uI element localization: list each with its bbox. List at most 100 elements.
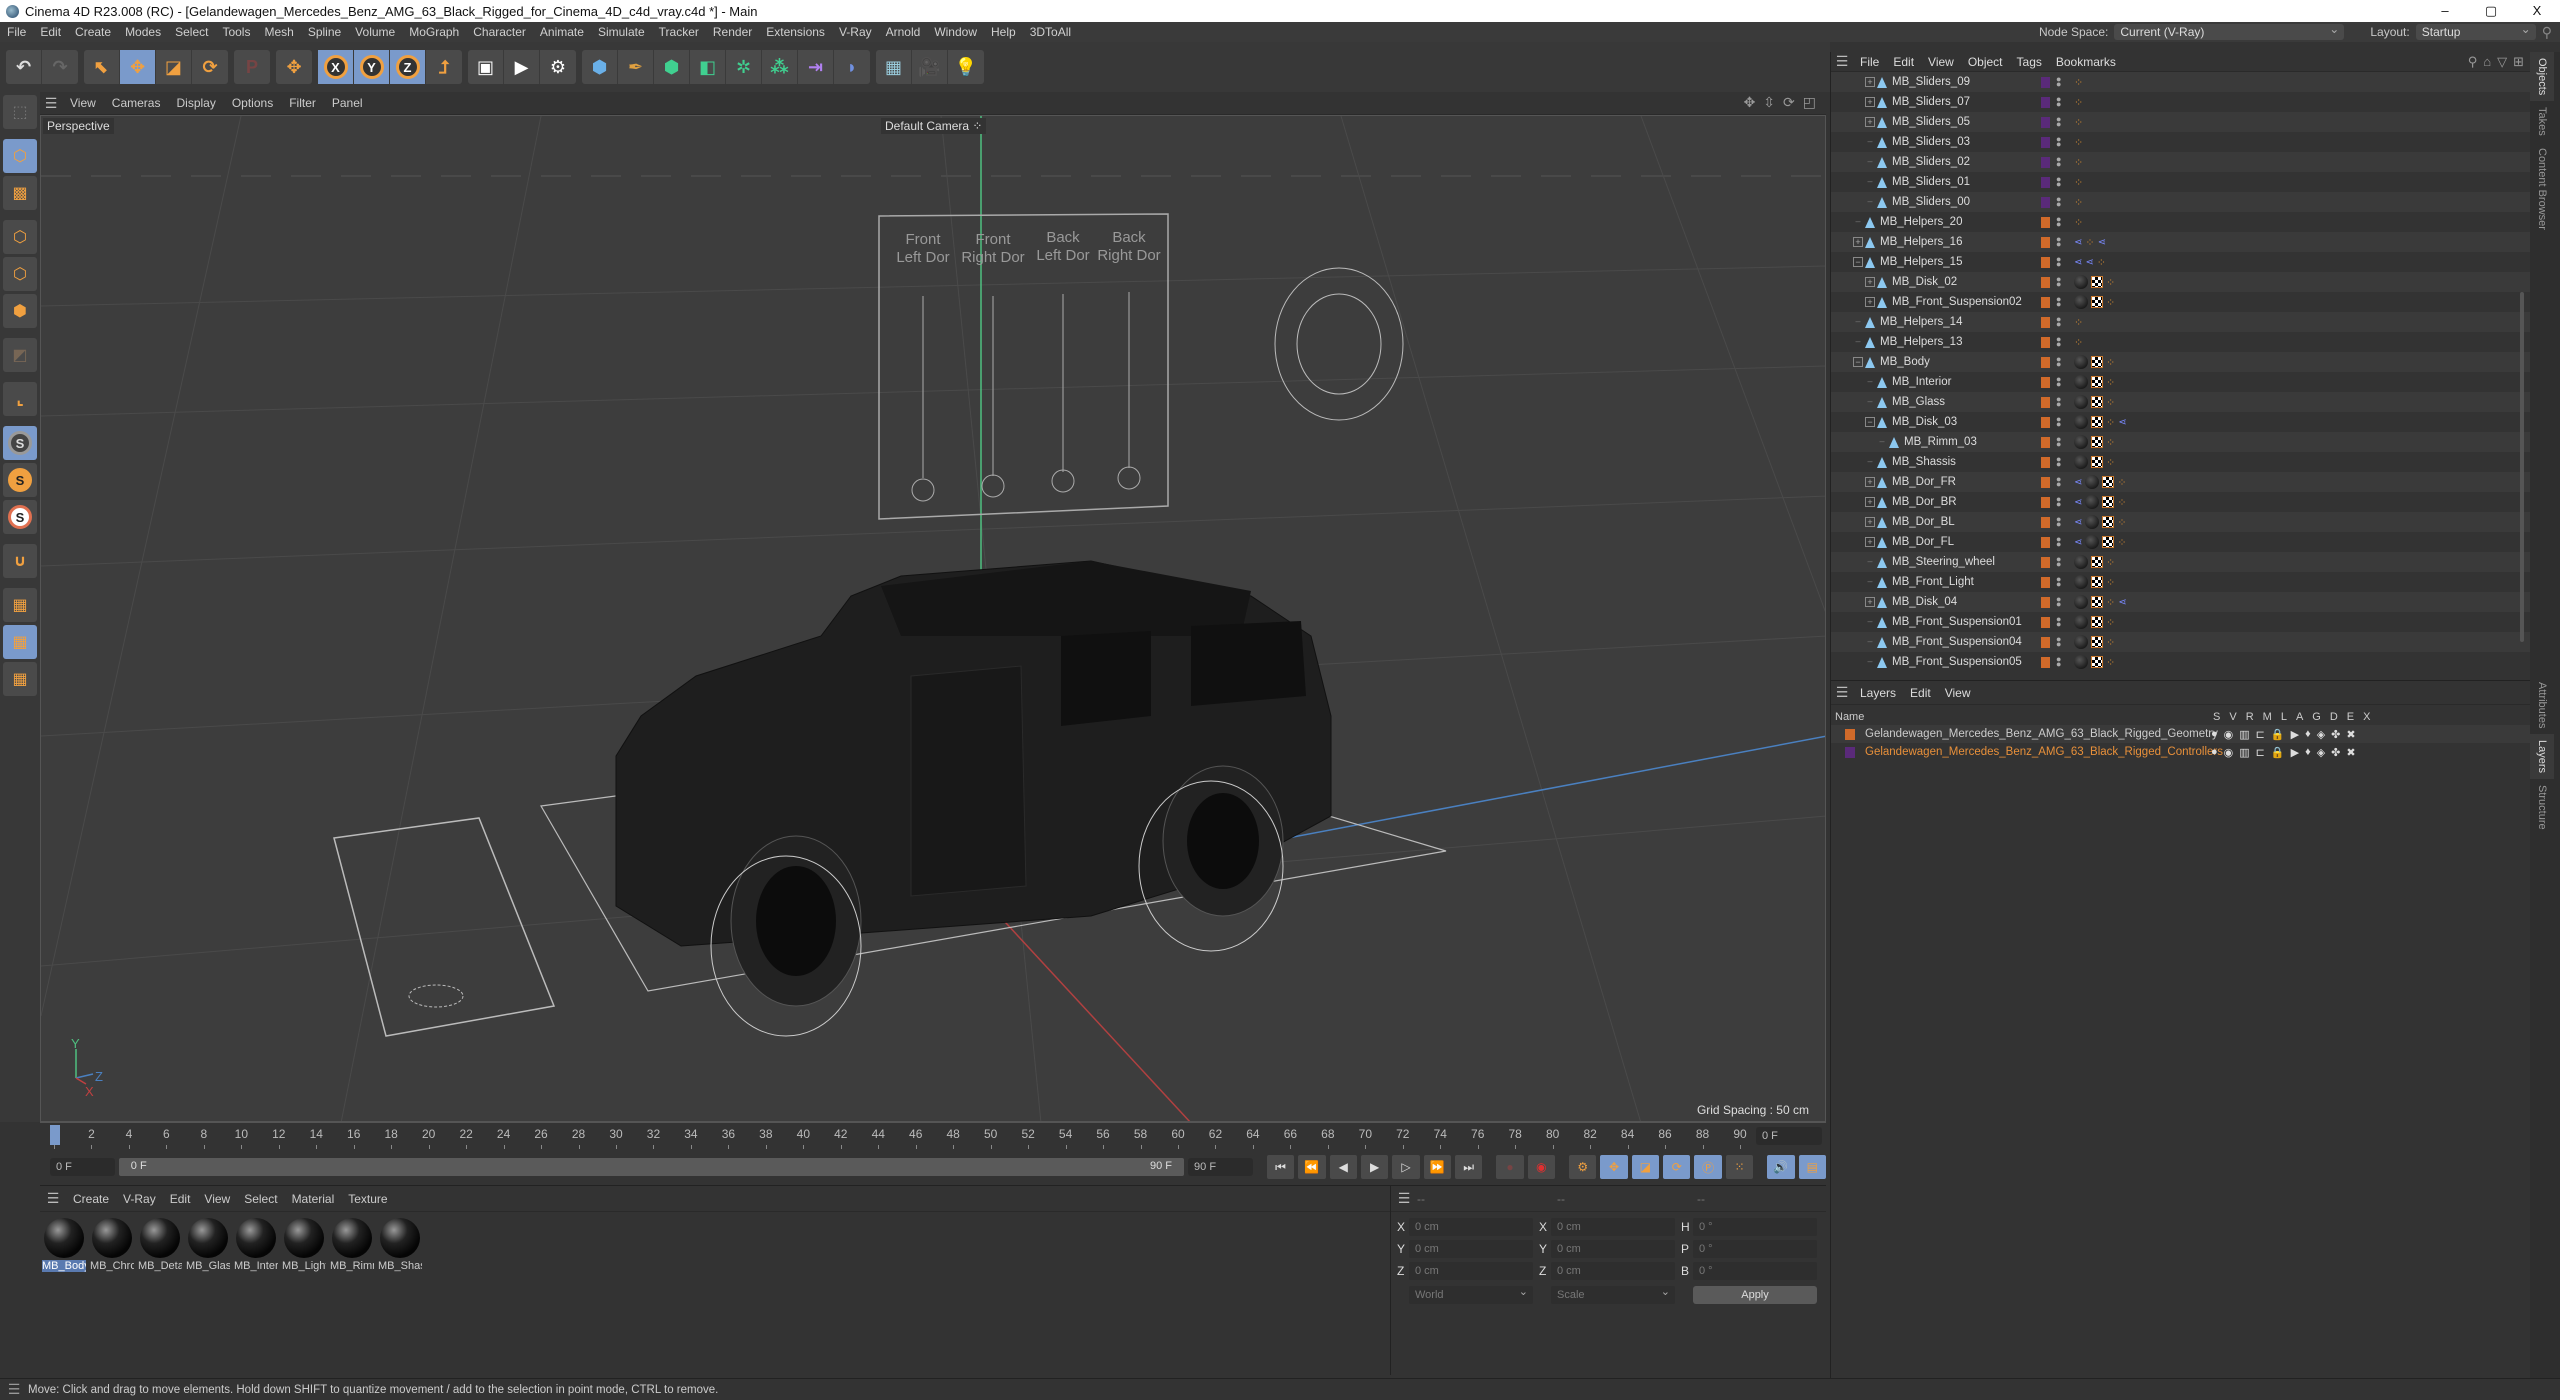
layer-color-swatch[interactable] [2041, 296, 2050, 308]
render-icon[interactable]: ▥ [2239, 728, 2249, 741]
uvw-tag-icon[interactable] [2102, 476, 2115, 488]
solo-icon[interactable]: ● [2211, 746, 2218, 759]
layer-col-v[interactable]: V [2229, 711, 2236, 723]
material-swatch[interactable]: MB_Rimm [330, 1218, 374, 1272]
object-row[interactable]: + MB_Sliders_07 ● ● ⁘ [1831, 92, 2530, 112]
tab-takes[interactable]: Takes [2530, 101, 2554, 142]
layer-color-swatch[interactable] [2041, 196, 2050, 208]
layer-color-swatch[interactable] [2041, 176, 2050, 188]
generators-icon[interactable]: ♦ [2305, 746, 2311, 759]
visibility-dots-icon[interactable]: ● ● [2056, 515, 2061, 529]
frame-range-slider[interactable]: 0 F 90 F [118, 1158, 1185, 1176]
uvw-tag-icon[interactable] [2091, 616, 2103, 628]
visible-icon[interactable]: ◉ [2224, 728, 2234, 741]
tab-structure[interactable]: Structure [2530, 779, 2554, 836]
redo-button[interactable]: ↷ [42, 50, 78, 84]
visibility-dots-icon[interactable]: ● ● [2056, 415, 2061, 429]
object-row[interactable]: – MB_Sliders_01 ● ● ⁘ [1831, 172, 2530, 192]
tab-content-browser[interactable]: Content Browser [2530, 142, 2554, 236]
viewport-menu-cameras[interactable]: Cameras [104, 96, 169, 110]
object-row[interactable]: – MB_Helpers_14 ● ● ⁘ [1831, 312, 2530, 332]
keyframe-selection-button[interactable]: ⚙ [1569, 1155, 1597, 1179]
coordinate-system-button[interactable]: ⮥ [426, 50, 462, 84]
texture-mode-button[interactable]: ▩ [3, 176, 37, 210]
object-name[interactable]: MB_Helpers_20 [1880, 216, 1962, 228]
object-name[interactable]: MB_Helpers_14 [1880, 316, 1962, 328]
material-tag-icon[interactable] [2074, 595, 2088, 609]
uvw-tag-icon[interactable] [2091, 436, 2103, 448]
viewport-menu-display[interactable]: Display [168, 96, 223, 110]
object-row[interactable]: – MB_Front_Suspension05 ● ● ⁘ [1831, 652, 2530, 672]
layer-color-swatch[interactable] [2041, 436, 2050, 448]
uvw-tag-icon[interactable] [2091, 296, 2103, 308]
xpresso-tag-icon[interactable]: ⁘ [2117, 536, 2126, 549]
material-tag-icon[interactable] [2074, 295, 2088, 309]
xpresso-tag-icon[interactable]: ⁘ [2074, 216, 2083, 229]
expand-toggle-icon[interactable]: + [1865, 537, 1875, 547]
material-tag-icon[interactable] [2085, 535, 2100, 549]
expand-toggle-icon[interactable]: + [1865, 497, 1875, 507]
expand-toggle-icon[interactable]: + [1853, 237, 1863, 247]
hamburger-icon[interactable]: ☰ [40, 95, 62, 112]
layer-color-swatch[interactable] [2041, 596, 2050, 608]
menu-simulate[interactable]: Simulate [591, 25, 652, 39]
undo-button[interactable]: ↶ [6, 50, 42, 84]
material-tag-icon[interactable] [2074, 655, 2088, 669]
material-swatch[interactable]: MB_Shassis [378, 1218, 422, 1272]
pan-icon[interactable]: ✥ [1744, 94, 1756, 111]
layer-color-swatch[interactable] [2041, 656, 2050, 668]
xpresso-tag-icon[interactable]: ⁘ [2106, 356, 2115, 369]
key-scale-toggle[interactable]: ◪ [1631, 1155, 1660, 1179]
object-row[interactable]: + MB_Helpers_16 ● ● ⋖ ⁘ ⋖ [1831, 232, 2530, 252]
layer-col-r[interactable]: R [2246, 711, 2254, 723]
visibility-dots-icon[interactable]: ● ● [2056, 275, 2061, 289]
object-menu-edit[interactable]: Edit [1886, 55, 1921, 69]
mograph-button[interactable]: ✲ [726, 50, 762, 84]
object-row[interactable]: + MB_Disk_02 ● ● ⁘ [1831, 272, 2530, 292]
xref-icon[interactable]: ✖ [2346, 728, 2355, 741]
subdivision-button[interactable]: ⬢ [654, 50, 690, 84]
menu-3dtoall[interactable]: 3DToAll [1023, 25, 1078, 39]
hamburger-icon[interactable]: ☰ [1391, 1190, 1417, 1207]
expand-toggle-icon[interactable]: + [1865, 477, 1875, 487]
render-settings-button[interactable]: ⚙ [540, 50, 576, 84]
edges-mode-button[interactable]: ⬡ [3, 257, 37, 291]
menu-file[interactable]: File [0, 25, 33, 39]
expand-toggle-icon[interactable]: + [1865, 517, 1875, 527]
menu-render[interactable]: Render [706, 25, 759, 39]
ik-tag-icon[interactable]: ⋖ [2074, 497, 2082, 508]
key-rotation-toggle[interactable]: ⟳ [1663, 1155, 1691, 1179]
layer-color-swatch[interactable] [2041, 576, 2050, 588]
viewport-menu-panel[interactable]: Panel [324, 96, 371, 110]
layer-col-g[interactable]: G [2312, 711, 2321, 723]
material-menu-edit[interactable]: Edit [163, 1192, 198, 1206]
select-tool-button[interactable]: ⬉ [84, 50, 120, 84]
previous-frame-button[interactable]: ◀ [1329, 1155, 1357, 1179]
size-x-field[interactable]: 0 cm [1551, 1218, 1675, 1236]
layer-color-swatch[interactable] [2041, 316, 2050, 328]
new-window-icon[interactable]: ⊞ [2513, 54, 2524, 70]
xpresso-tag-icon[interactable]: ⁘ [2085, 236, 2094, 249]
layer-color-swatch[interactable] [2041, 276, 2050, 288]
object-name[interactable]: MB_Dor_BL [1892, 516, 1955, 528]
uvw-tag-icon[interactable] [2091, 556, 2103, 568]
layer-color-swatch[interactable] [2041, 356, 2050, 368]
visibility-dots-icon[interactable]: ● ● [2056, 535, 2061, 549]
field-button[interactable]: ◗ [834, 50, 870, 84]
visibility-dots-icon[interactable]: ● ● [2056, 335, 2061, 349]
render-icon[interactable]: ▥ [2239, 746, 2249, 759]
layout-dropdown[interactable]: Startup [2415, 21, 2536, 40]
object-row[interactable]: + MB_Dor_FL ● ● ⋖ ⁘ [1831, 532, 2530, 552]
film-button[interactable]: ▤ [1798, 1155, 1826, 1179]
ik-tag-icon[interactable]: ⋖ [2085, 257, 2093, 268]
dolly-icon[interactable]: ⇳ [1763, 94, 1775, 111]
ik-tag-icon[interactable]: ⋖ [2074, 237, 2082, 248]
expand-toggle-icon[interactable]: + [1865, 97, 1875, 107]
layer-color-swatch[interactable] [2041, 416, 2050, 428]
layer-color-swatch[interactable] [2041, 556, 2050, 568]
object-row[interactable]: + MB_Dor_BR ● ● ⋖ ⁘ [1831, 492, 2530, 512]
object-row[interactable]: + MB_Dor_FR ● ● ⋖ ⁘ [1831, 472, 2530, 492]
object-name[interactable]: MB_Body [1880, 356, 1930, 368]
layer-row[interactable]: Gelandewagen_Mercedes_Benz_AMG_63_Black_… [1831, 743, 2530, 761]
lock-icon[interactable]: 🔒 [2271, 746, 2285, 759]
